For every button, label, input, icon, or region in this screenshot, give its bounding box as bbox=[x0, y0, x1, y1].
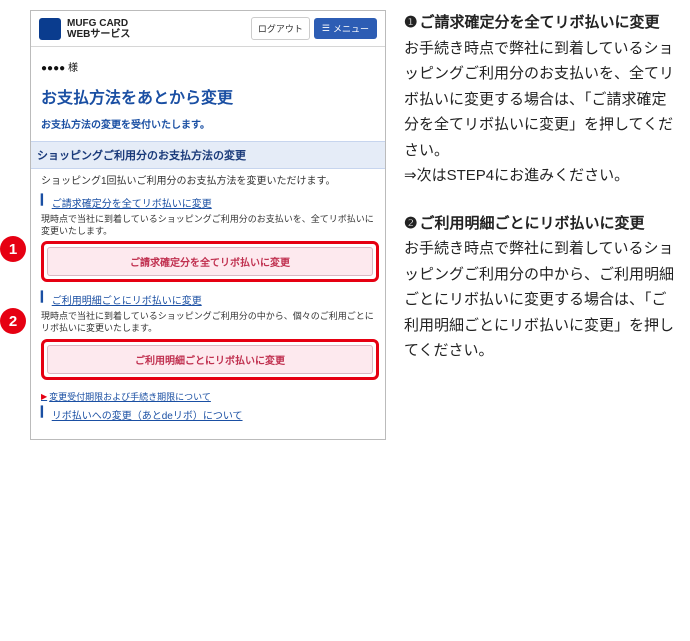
brand-line1: MUFG CARD bbox=[67, 18, 130, 29]
explanation-panel: ❶ご請求確定分を全てリボ払いに変更 お手続き時点で弊社に到着しているショッピング… bbox=[404, 10, 680, 440]
hamburger-icon: ☰ bbox=[322, 23, 330, 34]
highlight-box-2: ご利用明細ごとにリボ払いに変更 bbox=[41, 339, 379, 380]
note-all-revolving: 現時点で当社に到着しているショッピングご利用分のお支払いを、全てリボ払いに変更い… bbox=[41, 213, 375, 237]
button-all-revolving[interactable]: ご請求確定分を全てリボ払いに変更 bbox=[47, 247, 373, 276]
section-note: ショッピング1回払いご利用分のお支払方法を変更いただけます。 bbox=[41, 175, 375, 189]
highlight-box-1: ご請求確定分を全てリボ払いに変更 bbox=[41, 241, 379, 282]
explain-next-step: ⇒次はSTEP4にお進みください。 bbox=[404, 167, 629, 184]
screenshot-panel: 1 2 MUFG CARD WEBサービス ログアウト ☰ メニュー ●●●● … bbox=[0, 10, 386, 440]
explain-title-1: ご請求確定分を全てリボ払いに変更 bbox=[419, 10, 659, 36]
link-deadline-info-label: 変更受付期限および手続き期限について bbox=[49, 390, 211, 403]
explain-heading-2: ❷ご利用明細ごとにリボ払いに変更 bbox=[404, 211, 680, 237]
page-title: お支払方法をあとから変更 bbox=[41, 84, 375, 108]
menu-button[interactable]: ☰ メニュー bbox=[314, 18, 377, 39]
menu-label: メニュー bbox=[333, 22, 369, 35]
logout-button[interactable]: ログアウト bbox=[251, 17, 310, 40]
brand-text: MUFG CARD WEBサービス bbox=[67, 18, 130, 40]
explain-body-1: お手続き時点で弊社に到着しているショッピングご利用分のお支払いを、全てリボ払いに… bbox=[404, 36, 680, 189]
link-all-revolving-label: ご請求確定分を全てリボ払いに変更 bbox=[52, 195, 212, 210]
circled-number-2-icon: ❷ bbox=[404, 211, 417, 237]
button-per-item-revolving[interactable]: ご利用明細ごとにリボ払いに変更 bbox=[47, 345, 373, 374]
link-deadline-info[interactable]: ▶ 変更受付期限および手続き期限について bbox=[41, 390, 375, 403]
brand-line2: WEBサービス bbox=[67, 29, 130, 40]
bullet-icon: ▎ bbox=[41, 195, 49, 206]
explain-body-2: お手続き時点で弊社に到着しているショッピングご利用分の中から、ご利用明細ごとにリ… bbox=[404, 236, 680, 364]
explain-title-2: ご利用明細ごとにリボ払いに変更 bbox=[419, 211, 644, 237]
link-all-revolving[interactable]: ▎ ご請求確定分を全てリボ払いに変更 bbox=[41, 195, 375, 210]
app-header: MUFG CARD WEBサービス ログアウト ☰ メニュー bbox=[31, 11, 385, 47]
circled-number-1-icon: ❶ bbox=[404, 10, 417, 36]
link-about-revolving-label: リボ払いへの変更（あとdeリボ）について bbox=[52, 407, 243, 422]
link-about-revolving[interactable]: ▎ リボ払いへの変更（あとdeリボ）について bbox=[41, 407, 375, 422]
app-window: MUFG CARD WEBサービス ログアウト ☰ メニュー ●●●● 様 お支… bbox=[30, 10, 386, 440]
page-notice: お支払方法の変更を受付いたします。 bbox=[41, 116, 375, 131]
user-name: ●●●● 様 bbox=[41, 55, 375, 84]
link-per-item-revolving-label: ご利用明細ごとにリボ払いに変更 bbox=[52, 292, 202, 307]
callout-badge-2: 2 bbox=[0, 308, 26, 334]
bullet-icon: ▎ bbox=[41, 292, 49, 303]
note-per-item-revolving: 現時点で当社に到着しているショッピングご利用分の中から、個々のご利用ごとにリボ払… bbox=[41, 310, 375, 334]
arrow-icon: ▶ bbox=[41, 392, 47, 401]
link-per-item-revolving[interactable]: ▎ ご利用明細ごとにリボ払いに変更 bbox=[41, 292, 375, 307]
callout-badge-1: 1 bbox=[0, 236, 26, 262]
bullet-icon: ▎ bbox=[41, 407, 49, 418]
section-header: ショッピングご利用分のお支払方法の変更 bbox=[31, 141, 385, 169]
app-body: ●●●● 様 お支払方法をあとから変更 お支払方法の変更を受付いたします。 ショ… bbox=[31, 47, 385, 439]
logo-icon bbox=[39, 18, 61, 40]
explain-heading-1: ❶ご請求確定分を全てリボ払いに変更 bbox=[404, 10, 680, 36]
